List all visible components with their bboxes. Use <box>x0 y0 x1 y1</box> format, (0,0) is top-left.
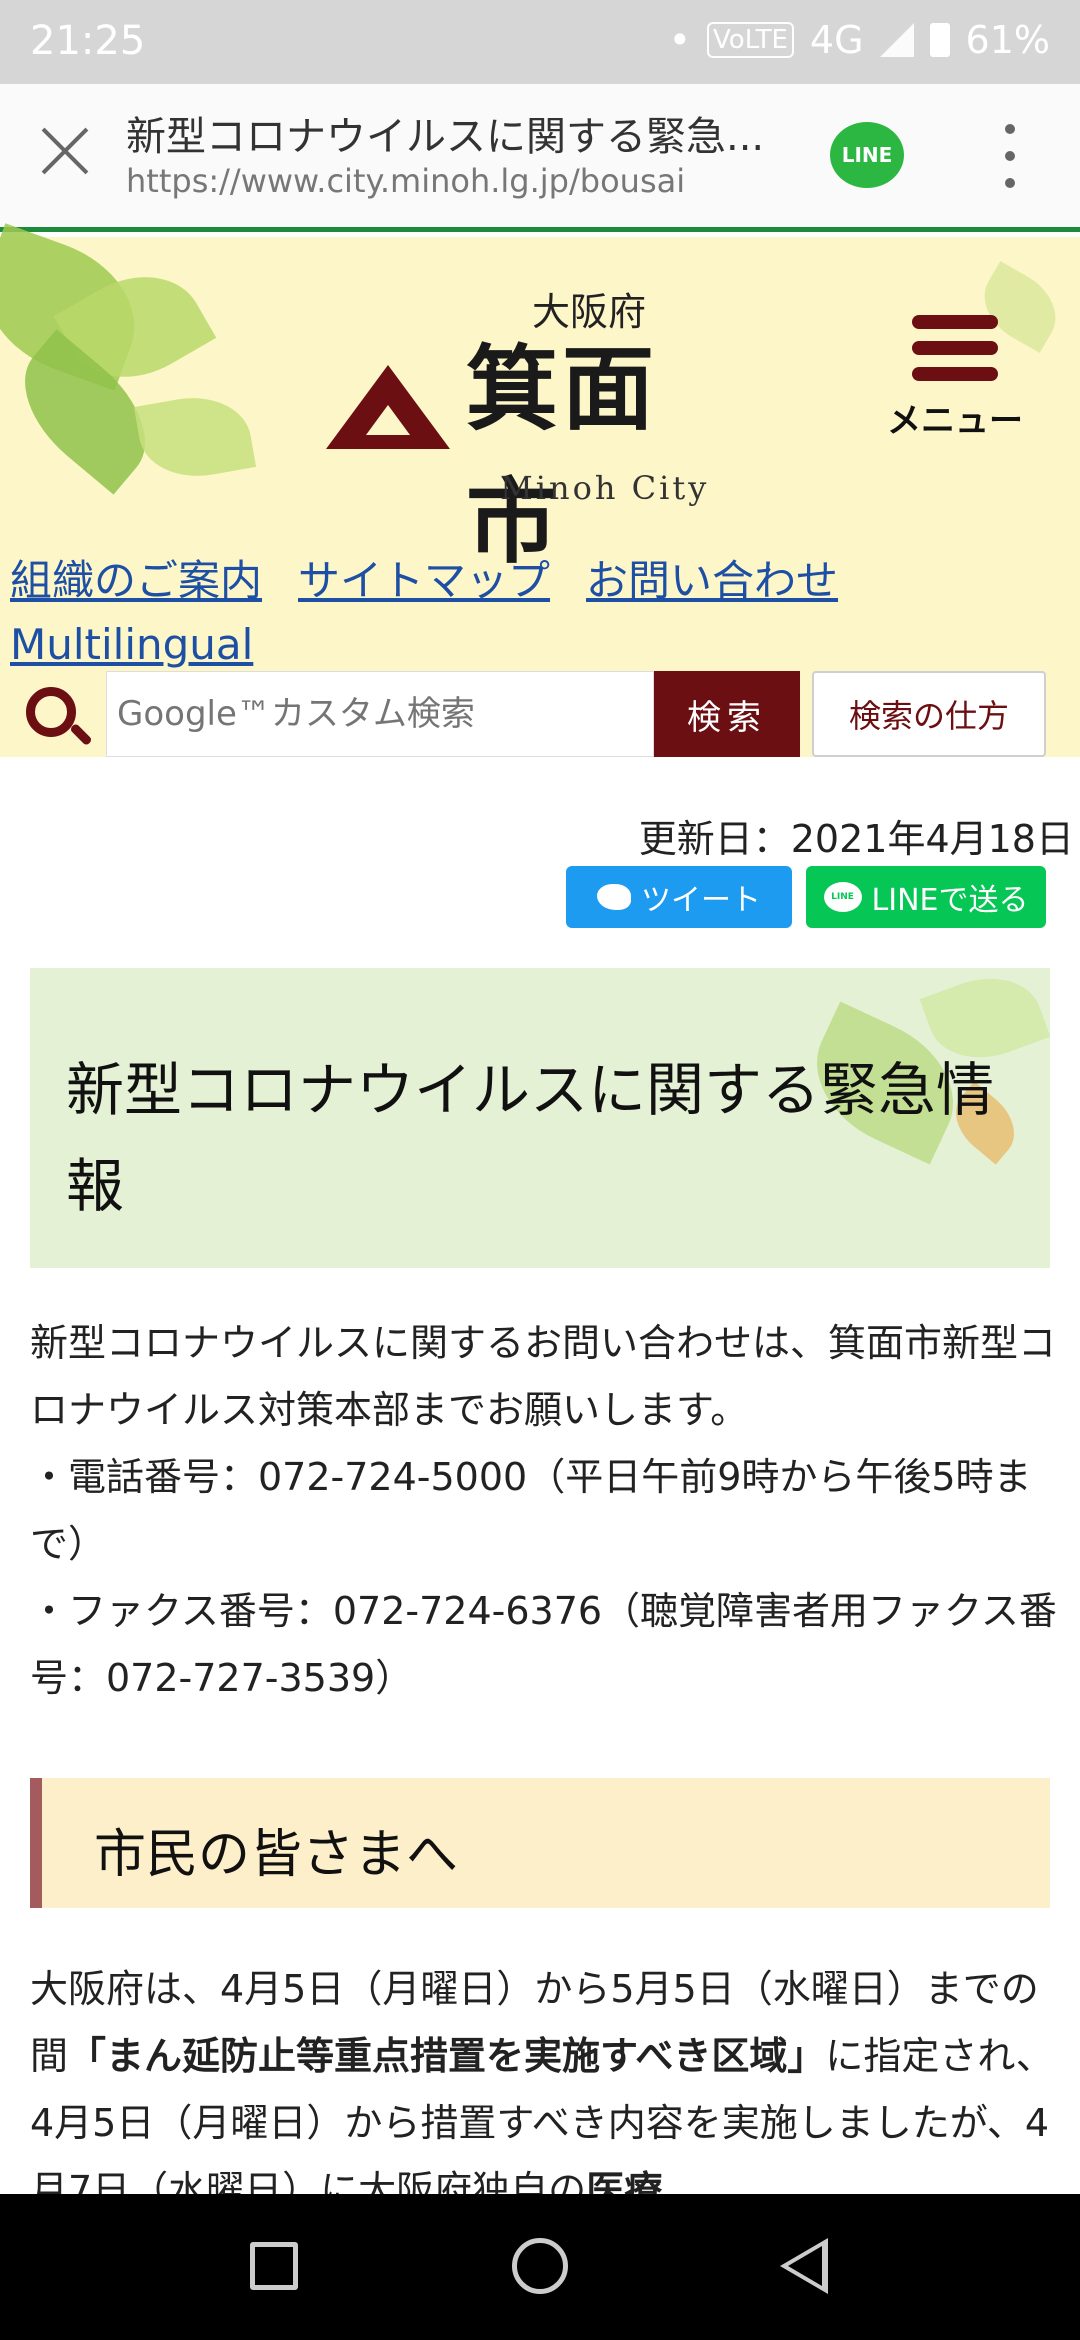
section-heading: 市民の皆さまへ <box>94 1825 459 1885</box>
contact-intro: 新型コロナウイルスに関するお問い合わせは、箕面市新型コロナウイルス対策本部までお… <box>30 1321 1057 1432</box>
search-button[interactable]: 検索 <box>654 671 800 757</box>
search-bar: 検索 検索の仕方 <box>0 667 1080 759</box>
line-icon: LINE <box>823 882 862 912</box>
line-send-button[interactable]: LINE LINEで送る <box>806 866 1046 928</box>
volte-badge: VoLTE <box>707 22 794 58</box>
city-logo[interactable]: 大阪府 箕面市 Minoh City <box>326 281 726 576</box>
search-input[interactable] <box>106 671 654 757</box>
link-sitemap[interactable]: サイトマップ <box>298 556 550 605</box>
emblem-cutout <box>366 405 410 435</box>
twitter-bird-icon <box>597 884 631 910</box>
link-contact[interactable]: お問い合わせ <box>586 556 838 605</box>
search-help-button[interactable]: 検索の仕方 <box>812 671 1046 757</box>
more-options-icon[interactable] <box>1000 124 1020 188</box>
city-name: 箕面市 <box>466 335 659 576</box>
browser-toolbar: 新型コロナウイルスに関する緊急... https://www.city.mino… <box>0 84 1080 232</box>
status-indicators: • VoLTE 4G 61% <box>669 18 1050 62</box>
tweet-label: ツイート <box>641 883 761 918</box>
page-url[interactable]: https://www.city.minoh.lg.jp/bousai <box>126 162 685 200</box>
updated-date: 更新日：2021年4月18日 <box>638 817 1074 861</box>
home-icon[interactable] <box>512 2238 568 2294</box>
link-organization[interactable]: 組織のご案内 <box>10 556 262 605</box>
link-multilingual[interactable]: Multilingual <box>10 620 253 669</box>
battery-level: 61% <box>965 18 1050 62</box>
tweet-button[interactable]: ツイート <box>566 866 792 928</box>
close-icon[interactable] <box>38 124 92 178</box>
search-icon <box>26 687 76 737</box>
recents-icon[interactable] <box>250 2242 298 2290</box>
battery-icon <box>929 23 950 57</box>
tab-title: 新型コロナウイルスに関する緊急... <box>126 114 765 160</box>
section-text-emphasis-2: 医療 <box>586 2168 663 2194</box>
section-text-emphasis: 「まん延防止等重点措置を実施すべき区域」 <box>68 2034 826 2078</box>
page-title: 新型コロナウイルスに関する緊急情報 <box>66 1056 995 1220</box>
leaf-decoration <box>133 388 257 486</box>
line-send-label: LINEで送る <box>871 883 1029 918</box>
contact-fax: ・ファクス番号：072-724-6376（聴覚障害者用ファクス番号：072-72… <box>30 1589 1057 1700</box>
menu-label: メニュー <box>887 401 1023 441</box>
hamburger-icon <box>880 315 1030 381</box>
signal-icon <box>879 23 914 57</box>
city-roman-name: Minoh City <box>500 469 710 507</box>
back-icon[interactable] <box>780 2238 828 2294</box>
section-body: 大阪府は、4月5日（月曜日）から5月5日（水曜日）までの間「まん延防止等重点措置… <box>30 1956 1060 2194</box>
system-nav-bar <box>0 2194 1080 2340</box>
page-title-box: 新型コロナウイルスに関する緊急情報 <box>30 968 1050 1268</box>
line-share-icon[interactable]: LINE <box>830 122 904 188</box>
status-bar: 21:25 • VoLTE 4G 61% <box>0 0 1080 84</box>
notification-dot: • <box>668 18 692 62</box>
site-header: 大阪府 箕面市 Minoh City メニュー 組織のご案内 サイトマップ お問い合… <box>0 223 1080 759</box>
contact-info: 新型コロナウイルスに関するお問い合わせは、箕面市新型コロナウイルス対策本部までお… <box>30 1310 1060 1712</box>
section-heading-box: 市民の皆さまへ <box>30 1778 1050 1908</box>
menu-button[interactable]: メニュー <box>880 315 1030 455</box>
status-time: 21:25 <box>30 18 146 64</box>
contact-phone: ・電話番号：072-724-5000（平日午前9時から午後5時まで） <box>30 1455 1032 1566</box>
network-type: 4G <box>809 18 864 62</box>
header-links: 組織のご案内 サイトマップ お問い合わせ Multilingual <box>10 549 1070 677</box>
